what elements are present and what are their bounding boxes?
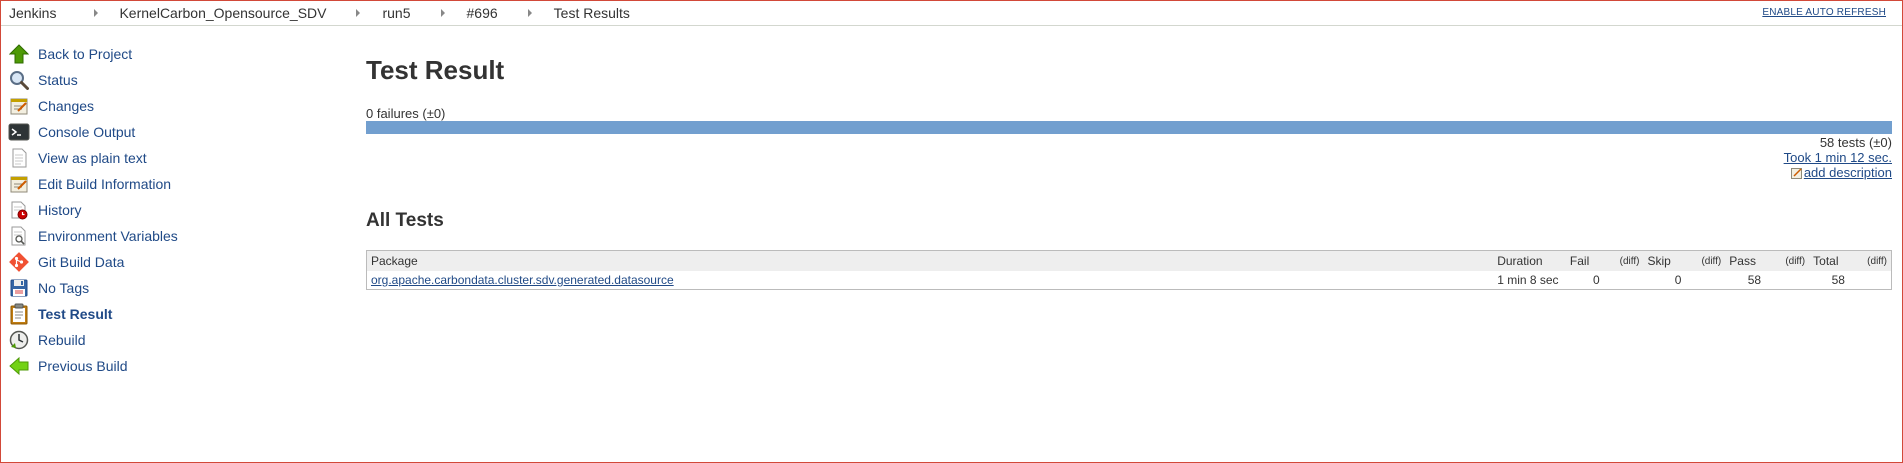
sidebar-item-console-output[interactable]: Console Output	[8, 119, 135, 145]
column-header-fail-diff[interactable]: (diff)	[1603, 250, 1644, 271]
sidebar-item-back-to-project[interactable]: Back to Project	[8, 41, 132, 67]
breadcrumb-separator-icon[interactable]	[527, 9, 532, 17]
column-header-pass[interactable]: Pass	[1725, 250, 1766, 271]
page-title: Test Result	[366, 55, 505, 85]
magnifier-icon[interactable]	[8, 69, 30, 91]
add-description-link[interactable]: add description	[1790, 165, 1892, 180]
skip-diff-cell	[1685, 271, 1725, 290]
column-header-total-diff[interactable]: (diff)	[1848, 250, 1892, 271]
breadcrumb-jenkins[interactable]: Jenkins	[1, 5, 56, 21]
package-link[interactable]: org.apache.carbondata.cluster.sdv.genera…	[371, 273, 674, 287]
column-header-fail[interactable]: Fail	[1565, 250, 1604, 271]
sidebar-item-git-build-data[interactable]: Git Build Data	[8, 249, 124, 275]
package-cell: org.apache.carbondata.cluster.sdv.genera…	[367, 271, 1494, 290]
sidebar-item-label[interactable]: History	[38, 202, 82, 218]
took-duration-link[interactable]: Took 1 min 12 sec.	[1784, 150, 1892, 165]
sidebar-item-history[interactable]: History	[8, 197, 82, 223]
sidebar-item-label[interactable]: View as plain text	[38, 150, 147, 166]
sidebar-item-changes[interactable]: Changes	[8, 93, 94, 119]
total-cell: 58	[1831, 273, 1845, 287]
document-search-icon[interactable]	[8, 225, 30, 247]
sidebar-item-label[interactable]: Previous Build	[38, 358, 128, 374]
skip-cell: 0	[1674, 273, 1682, 287]
column-header-total[interactable]: Total	[1809, 250, 1849, 271]
table-header-row: Package Duration Fail (diff) Skip (diff)…	[366, 250, 1892, 271]
up-arrow-icon[interactable]	[8, 43, 30, 65]
fail-cell: 0	[1592, 273, 1600, 287]
pass-diff-cell	[1765, 271, 1809, 290]
tests-count: 58 tests (±0)	[1819, 135, 1892, 150]
column-header-duration[interactable]: Duration	[1493, 250, 1566, 271]
edit-notepad-icon[interactable]	[1790, 167, 1803, 179]
sidebar-item-rebuild[interactable]: Rebuild	[8, 327, 85, 353]
breadcrumb-separator-icon[interactable]	[440, 9, 445, 17]
duration-cell: 1 min 8 sec	[1497, 273, 1559, 287]
breadcrumb-test-results[interactable]: Test Results	[554, 5, 630, 21]
sidebar-item-test-result[interactable]: Test Result	[8, 301, 112, 327]
document-icon[interactable]	[8, 147, 30, 169]
column-header-skip[interactable]: Skip	[1643, 250, 1686, 271]
table-row: org.apache.carbondata.cluster.sdv.genera…	[367, 271, 1892, 290]
sidebar-item-label[interactable]: Status	[38, 72, 78, 88]
sidebar-item-label[interactable]: Git Build Data	[38, 254, 124, 270]
notepad-icon[interactable]	[8, 173, 30, 195]
sidebar-item-label[interactable]: Console Output	[38, 124, 135, 140]
test-result-bar-pass-fill	[366, 121, 1892, 134]
test-result-bar	[366, 121, 1892, 134]
breadcrumb-separator-icon[interactable]	[356, 9, 361, 17]
page-frame: Jenkins KernelCarbon_Opensource_SDV run5…	[0, 0, 1903, 463]
clock-icon[interactable]	[8, 329, 30, 351]
sidebar-item-view-as-plain-text[interactable]: View as plain text	[8, 145, 147, 171]
enable-auto-refresh-link[interactable]: ENABLE AUTO REFRESH	[1762, 7, 1886, 18]
column-header-package[interactable]: Package	[366, 250, 1494, 271]
sidebar-item-status[interactable]: Status	[8, 67, 78, 93]
history-icon[interactable]	[8, 199, 30, 221]
breadcrumb-separator-icon[interactable]	[94, 9, 99, 17]
clipboard-icon[interactable]	[8, 303, 30, 325]
all-tests-title: All Tests	[366, 210, 444, 231]
breadcrumb: Jenkins KernelCarbon_Opensource_SDV run5…	[1, 1, 630, 25]
sidebar-item-label[interactable]: Test Result	[38, 306, 112, 322]
breadcrumb-bar: Jenkins KernelCarbon_Opensource_SDV run5…	[1, 1, 1902, 26]
all-tests-table: Package Duration Fail (diff) Skip (diff)…	[366, 250, 1892, 290]
fail-diff-cell	[1604, 271, 1644, 290]
add-description-label[interactable]: add description	[1804, 165, 1892, 180]
breadcrumb-run[interactable]: run5	[382, 5, 410, 21]
sidebar-item-label[interactable]: No Tags	[38, 280, 89, 296]
sidebar-item-edit-build-information[interactable]: Edit Build Information	[8, 171, 171, 197]
sidebar-item-environment-variables[interactable]: Environment Variables	[8, 223, 178, 249]
sidebar-item-label[interactable]: Environment Variables	[38, 228, 178, 244]
sidebar-item-label[interactable]: Edit Build Information	[38, 176, 171, 192]
sidebar-item-label[interactable]: Changes	[38, 98, 94, 114]
breadcrumb-build[interactable]: #696	[467, 5, 498, 21]
floppy-icon[interactable]	[8, 277, 30, 299]
notepad-icon[interactable]	[8, 95, 30, 117]
test-summary: 58 tests (±0) Took 1 min 12 sec. add des…	[1784, 135, 1892, 182]
pass-cell: 58	[1747, 273, 1762, 287]
failures-summary: 0 failures (±0)	[366, 106, 446, 121]
left-arrow-icon[interactable]	[8, 355, 30, 377]
column-header-pass-diff[interactable]: (diff)	[1765, 250, 1810, 271]
breadcrumb-project[interactable]: KernelCarbon_Opensource_SDV	[119, 5, 326, 21]
git-icon[interactable]	[8, 251, 30, 273]
sidebar-item-no-tags[interactable]: No Tags	[8, 275, 89, 301]
total-diff-cell	[1849, 271, 1892, 290]
sidebar-item-label[interactable]: Rebuild	[38, 332, 85, 348]
sidebar-item-label[interactable]: Back to Project	[38, 46, 132, 62]
terminal-icon[interactable]	[8, 121, 30, 143]
column-header-skip-diff[interactable]: (diff)	[1685, 250, 1726, 271]
sidebar-item-previous-build[interactable]: Previous Build	[8, 353, 128, 379]
